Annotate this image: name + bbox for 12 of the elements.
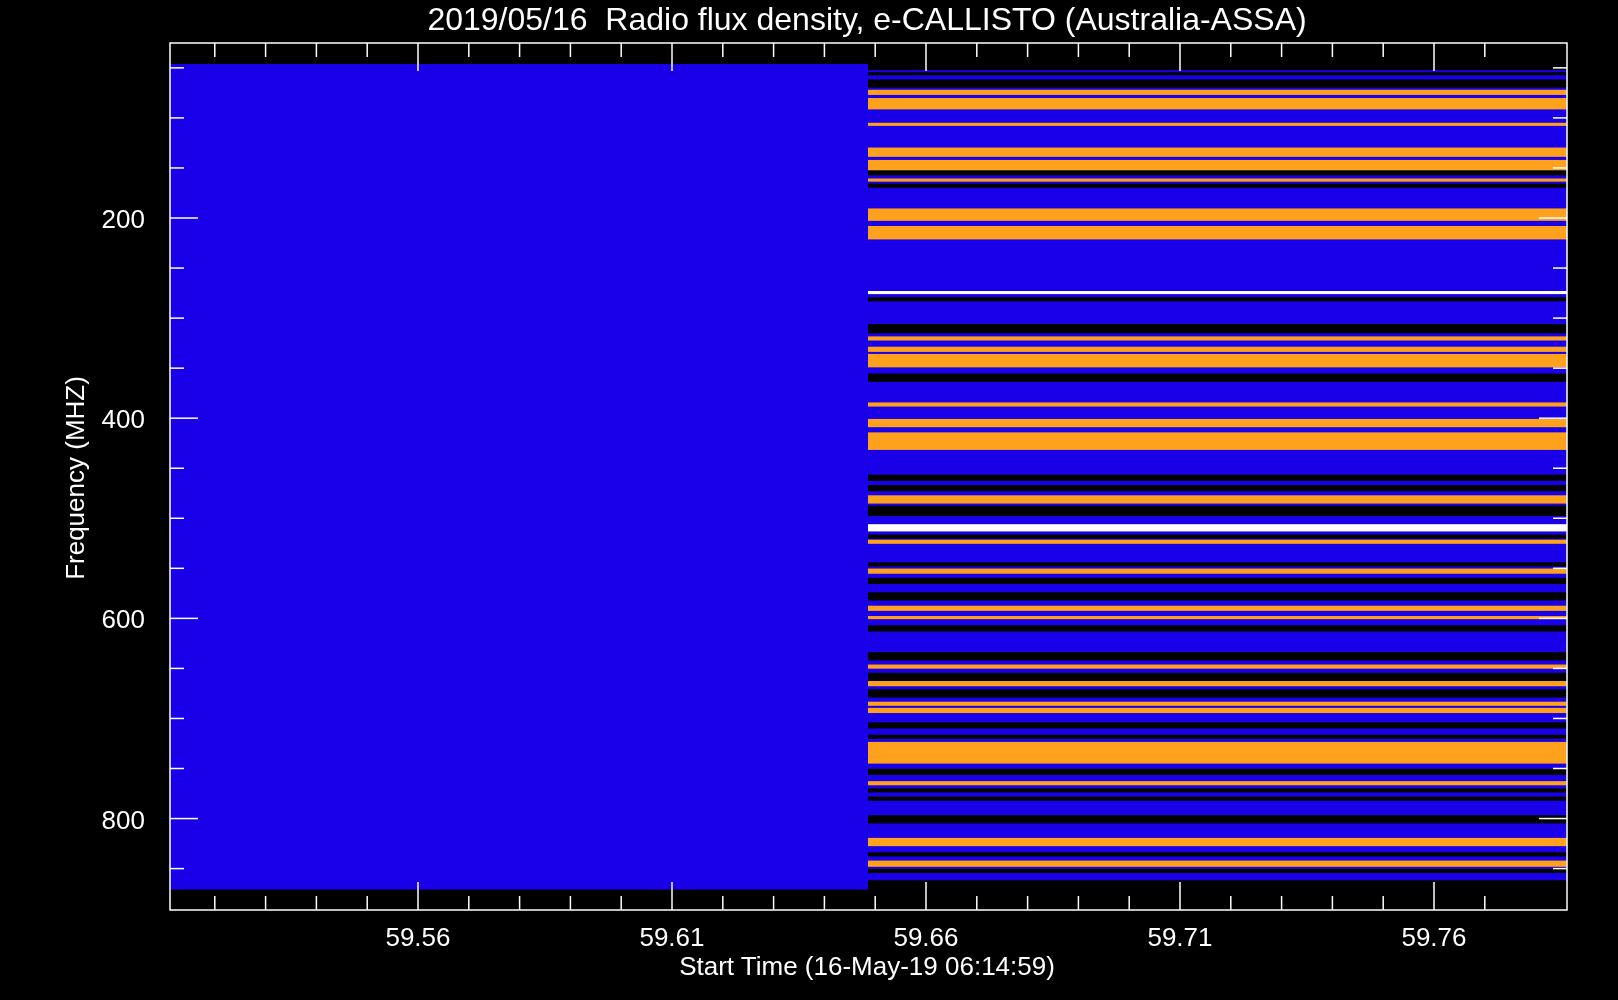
x-tick-label: 59.56 <box>385 922 451 952</box>
x-tick-label: 59.66 <box>893 922 959 952</box>
y-tick-label: 200 <box>101 204 145 234</box>
x-tick-label: 59.76 <box>1401 922 1467 952</box>
x-axis-label: Start Time (16-May-19 06:14:59) <box>679 951 1055 981</box>
plot-title: 2019/05/16 Radio flux density, e-CALLISTO (Australia-ASSA) <box>427 1 1307 37</box>
x-tick-label: 59.61 <box>639 922 705 952</box>
x-tick-label: 59.71 <box>1147 922 1213 952</box>
y-axis-label: Frequency (MHZ) <box>60 376 90 580</box>
y-tick-label: 600 <box>101 604 145 635</box>
y-tick-label: 800 <box>101 804 145 835</box>
y-tick-label: 400 <box>101 404 145 435</box>
